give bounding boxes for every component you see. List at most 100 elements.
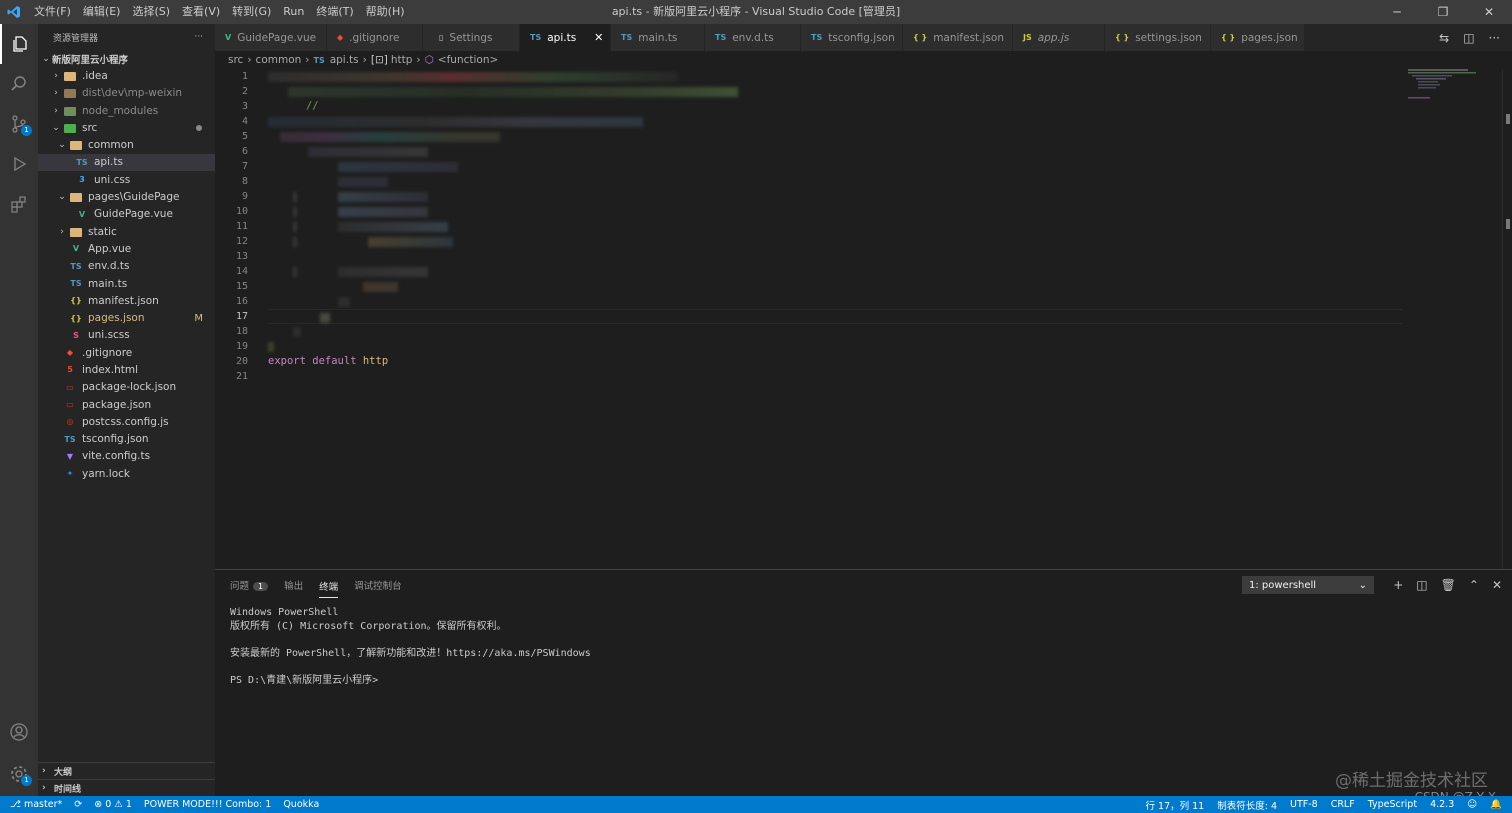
breadcrumb-item[interactable]: common bbox=[256, 54, 302, 66]
feedback-icon[interactable]: ☺ bbox=[1467, 799, 1477, 810]
tab-settings[interactable]: ▯ Settings bbox=[423, 24, 520, 51]
quokka-status[interactable]: Quokka bbox=[283, 799, 319, 810]
tree-item[interactable]: › .idea bbox=[38, 67, 215, 84]
tab-guidepage-vue[interactable]: V GuidePage.vue bbox=[215, 24, 327, 51]
breadcrumb-item[interactable]: http bbox=[391, 54, 413, 66]
terminal-output[interactable]: Windows PowerShell 版权所有 (C) Microsoft Co… bbox=[230, 606, 591, 687]
tree-item[interactable]: ⌄ pages\GuidePage bbox=[38, 188, 215, 205]
explorer-icon[interactable] bbox=[0, 24, 38, 64]
tree-item[interactable]: ▭ package.json bbox=[38, 396, 215, 413]
more-actions-icon[interactable]: ··· bbox=[1489, 31, 1500, 45]
breadcrumb-item[interactable]: src bbox=[228, 54, 243, 66]
vite-icon: ▼ bbox=[66, 451, 74, 461]
menu-go[interactable]: 转到(G) bbox=[226, 0, 277, 24]
tree-item[interactable]: ⌄ common bbox=[38, 136, 215, 153]
line-number-current: 17 bbox=[235, 311, 248, 322]
restore-icon[interactable]: ❐ bbox=[1420, 0, 1466, 24]
close-window-icon[interactable]: ✕ bbox=[1466, 0, 1512, 24]
split-editor-icon[interactable]: ◫ bbox=[1463, 31, 1474, 45]
indentation[interactable]: 制表符长度: 4 bbox=[1217, 798, 1277, 812]
terminal-select[interactable]: 1: powershell ⌄ bbox=[1242, 576, 1374, 594]
tree-item[interactable]: ◆ .gitignore bbox=[38, 344, 215, 361]
language-mode[interactable]: TypeScript bbox=[1368, 799, 1417, 810]
ts-version[interactable]: 4.2.3 bbox=[1430, 799, 1454, 810]
tab-api-ts[interactable]: TS api.ts ✕ bbox=[520, 24, 611, 51]
tree-item[interactable]: TS tsconfig.json bbox=[38, 431, 215, 448]
tree-item[interactable]: ◎ postcss.config.js bbox=[38, 413, 215, 430]
tab-debug-console[interactable]: 调试控制台 bbox=[354, 578, 402, 592]
tab-pages-json[interactable]: { } pages.json bbox=[1211, 24, 1305, 51]
extensions-icon[interactable] bbox=[0, 184, 38, 224]
tab-label: env.d.ts bbox=[732, 31, 774, 44]
more-actions-icon[interactable]: ··· bbox=[194, 32, 203, 42]
source-control-icon[interactable]: 1 bbox=[0, 104, 38, 144]
menu-view[interactable]: 查看(V) bbox=[176, 0, 226, 24]
notifications-icon[interactable]: 🔔 bbox=[1490, 799, 1502, 810]
tree-root[interactable]: ⌄ 新版阿里云小程序 bbox=[38, 50, 215, 67]
tree-item[interactable]: TS env.d.ts bbox=[38, 258, 215, 275]
tab-problems[interactable]: 问题 1 bbox=[230, 578, 269, 592]
tree-item[interactable]: {} pages.json M bbox=[38, 309, 215, 326]
tree-item-active[interactable]: TS api.ts bbox=[38, 153, 215, 172]
tree-item[interactable]: › dist\dev\mp-weixin bbox=[38, 85, 215, 102]
minimap[interactable] bbox=[1408, 69, 1500, 109]
tree-item[interactable]: ⌄ src bbox=[38, 119, 215, 136]
tree-item-label: static bbox=[88, 225, 117, 238]
editor-scrollbar[interactable] bbox=[1502, 69, 1512, 569]
tree-item[interactable]: › node_modules bbox=[38, 102, 215, 119]
tab-manifest-json[interactable]: { } manifest.json bbox=[903, 24, 1013, 51]
tab-env-d-ts[interactable]: TS env.d.ts bbox=[705, 24, 801, 51]
tree-item[interactable]: › static bbox=[38, 223, 215, 240]
menu-help[interactable]: 帮助(H) bbox=[360, 0, 411, 24]
tab-app-js[interactable]: JS app.js bbox=[1013, 24, 1105, 51]
tree-item[interactable]: {} manifest.json bbox=[38, 292, 215, 309]
tree-item[interactable]: TS main.ts bbox=[38, 275, 215, 292]
tree-item[interactable]: ▭ package-lock.json bbox=[38, 379, 215, 396]
open-changes-icon[interactable]: ⇆ bbox=[1439, 31, 1449, 45]
account-icon[interactable] bbox=[0, 712, 38, 752]
power-mode-status[interactable]: POWER MODE!!! Combo: 1 bbox=[144, 799, 271, 810]
timeline-section[interactable]: › 时间线 bbox=[38, 779, 215, 796]
git-branch[interactable]: ⎇ master* bbox=[10, 799, 62, 810]
code-line-blurred bbox=[268, 189, 1402, 204]
end-of-line[interactable]: CRLF bbox=[1331, 799, 1355, 810]
split-terminal-icon[interactable]: ◫ bbox=[1416, 578, 1427, 592]
menu-run[interactable]: Run bbox=[277, 0, 310, 24]
tree-item[interactable]: S uni.scss bbox=[38, 327, 215, 344]
tab-main-ts[interactable]: TS main.ts bbox=[611, 24, 705, 51]
new-terminal-icon[interactable]: + bbox=[1393, 578, 1403, 592]
problems-status[interactable]: ⊗ 0 ⚠ 1 bbox=[94, 799, 132, 810]
maximize-panel-icon[interactable]: ⌃ bbox=[1469, 578, 1479, 592]
sync-icon[interactable]: ⟳ bbox=[74, 799, 82, 810]
tab-output[interactable]: 输出 bbox=[284, 578, 303, 592]
tab-terminal[interactable]: 终端 bbox=[319, 579, 339, 598]
settings-gear-icon[interactable]: 1 bbox=[0, 754, 38, 794]
menu-edit[interactable]: 编辑(E) bbox=[77, 0, 127, 24]
close-panel-icon[interactable]: ✕ bbox=[1492, 578, 1502, 592]
minimize-icon[interactable]: ─ bbox=[1374, 0, 1420, 24]
tree-item[interactable]: 5 index.html bbox=[38, 361, 215, 378]
run-debug-icon[interactable] bbox=[0, 144, 38, 184]
breadcrumb-item[interactable]: <function> bbox=[438, 54, 499, 66]
typescript-icon: TS bbox=[621, 33, 633, 42]
cursor-position[interactable]: 行 17，列 11 bbox=[1146, 798, 1205, 812]
tab-tsconfig-json[interactable]: TS tsconfig.json bbox=[801, 24, 903, 51]
menu-selection[interactable]: 选择(S) bbox=[126, 0, 176, 24]
tab-gitignore[interactable]: ◆ .gitignore bbox=[327, 24, 423, 51]
code-editor[interactable]: 1 2 3 4 5 6 7 8 9 10 11 12 13 14 15 16 1… bbox=[215, 69, 1512, 569]
search-icon[interactable] bbox=[0, 64, 38, 104]
breadcrumb-item[interactable]: api.ts bbox=[330, 54, 359, 66]
tree-item[interactable]: 3 uni.css bbox=[38, 171, 215, 188]
encoding[interactable]: UTF-8 bbox=[1290, 799, 1318, 810]
trash-icon[interactable]: 🗑 bbox=[1441, 578, 1456, 592]
tree-item[interactable]: ▼ vite.config.ts bbox=[38, 448, 215, 465]
tree-item[interactable]: V GuidePage.vue bbox=[38, 206, 215, 223]
code-line: // bbox=[268, 84, 1402, 112]
tab-settings-json[interactable]: { } settings.json bbox=[1105, 24, 1211, 51]
menu-file[interactable]: 文件(F) bbox=[28, 0, 77, 24]
menu-terminal[interactable]: 终端(T) bbox=[310, 0, 359, 24]
outline-section[interactable]: › 大纲 bbox=[38, 762, 215, 779]
tree-item[interactable]: V App.vue bbox=[38, 240, 215, 257]
close-tab-icon[interactable]: ✕ bbox=[594, 31, 603, 44]
tree-item[interactable]: ✦ yarn.lock bbox=[38, 465, 215, 482]
